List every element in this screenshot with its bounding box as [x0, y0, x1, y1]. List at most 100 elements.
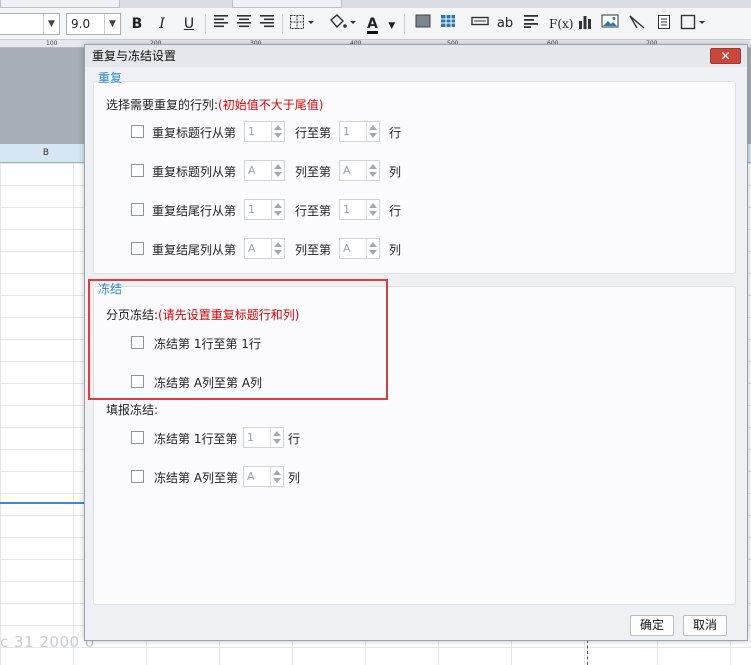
repeat-title-col-from-stepper[interactable]: A [244, 160, 285, 181]
formula-button[interactable]: F(x) [549, 14, 573, 34]
repeat-freeze-dialog: 重复与冻结设置 ✕ 重复 选择需要重复的行列:(初始值不大于尾值) 重复标题行从… [84, 44, 748, 641]
repeat-section-title: 重复 [98, 71, 123, 85]
stepper-value: 1 [343, 203, 350, 216]
page-icon[interactable] [655, 14, 673, 34]
format-toolbar: ▼ 9.0 ▼ B I U A ▼ ab F(x) [0, 8, 751, 40]
toolbar-separator [205, 14, 206, 34]
repeat-end-col-unit: 列 [389, 243, 402, 257]
stepper-value: A [247, 470, 255, 483]
align-center-icon[interactable] [235, 14, 253, 34]
repeat-title-col-checkbox[interactable] [131, 164, 144, 177]
repeat-title-row-mid: 行至第 [295, 126, 332, 140]
text-ab-button[interactable]: ab [496, 14, 514, 34]
text-field-icon[interactable] [471, 14, 489, 34]
font-color-letter: A [367, 16, 378, 34]
repeat-end-row-mid: 行至第 [295, 204, 332, 218]
repeat-title-row-from-stepper[interactable]: 1 [244, 121, 285, 142]
repeat-end-row-unit: 行 [389, 204, 402, 218]
repeat-end-row-from-stepper[interactable]: 1 [244, 199, 285, 220]
border-dropdown-icon[interactable] [680, 14, 706, 34]
table-grid-icon[interactable] [439, 14, 457, 34]
cell-date-text: c 31 2000 0 [0, 633, 95, 651]
document-tab-active[interactable] [232, 0, 342, 8]
page-break-line [587, 640, 588, 665]
repeat-instruction-text: 选择需要重复的行列: [106, 98, 219, 112]
selection-border [0, 502, 86, 504]
fill-freeze-row-text: 冻结第 1行至第 [154, 432, 238, 446]
font-color-icon[interactable]: A ▼ [367, 14, 395, 34]
underline-button[interactable]: U [180, 14, 198, 34]
fill-freeze-row-unit: 行 [288, 432, 301, 446]
repeat-end-col-label: 重复结尾列从第 [152, 243, 237, 257]
slash-diagonal-icon[interactable] [628, 14, 646, 34]
ruler-tick: 100 [46, 40, 58, 47]
text-lines-icon[interactable] [522, 14, 540, 34]
fill-freeze-col-stepper[interactable]: A [243, 466, 284, 487]
stepper-arrows-icon[interactable] [271, 200, 284, 219]
fill-freeze-col-checkbox[interactable] [131, 470, 144, 483]
repeat-end-col-from-stepper[interactable]: A [244, 238, 285, 259]
stepper-arrows-icon[interactable] [271, 161, 284, 180]
dialog-title: 重复与冻结设置 [92, 49, 177, 63]
font-size-combo[interactable]: 9.0 ▼ [66, 13, 121, 35]
toolbar-separator [404, 14, 405, 34]
stepper-value: 1 [248, 125, 255, 138]
stepper-value: A [248, 242, 256, 255]
fill-freeze-row-stepper[interactable]: 1 [243, 427, 284, 448]
repeat-title-col-mid: 列至第 [295, 165, 332, 179]
repeat-title-row-label: 重复标题行从第 [152, 126, 237, 140]
chevron-down-icon[interactable]: ▼ [43, 14, 59, 34]
highlight-box [88, 279, 388, 400]
dialog-titlebar[interactable]: 重复与冻结设置 [85, 45, 747, 67]
repeat-hint: (初始值不大于尾值) [218, 98, 324, 112]
stepper-value: 1 [247, 431, 254, 444]
repeat-title-row-checkbox[interactable] [131, 125, 144, 138]
ok-button[interactable]: 确定 [630, 615, 674, 636]
align-right-icon[interactable] [258, 14, 276, 34]
align-left-icon[interactable] [212, 14, 230, 34]
toolbar-separator [282, 14, 283, 34]
fill-freeze-col-unit: 列 [288, 471, 301, 485]
border-icon[interactable] [289, 14, 315, 34]
stepper-arrows-icon[interactable] [271, 239, 284, 258]
repeat-title-row-to-stepper[interactable]: 1 [339, 121, 380, 142]
repeat-end-row-to-stepper[interactable]: 1 [339, 199, 380, 220]
stepper-arrows-icon[interactable] [366, 200, 379, 219]
document-tab[interactable] [0, 0, 120, 8]
column-header-b[interactable]: B [38, 144, 54, 163]
stepper-arrows-icon[interactable] [270, 428, 283, 447]
italic-button[interactable]: I [153, 14, 171, 34]
close-icon: ✕ [720, 49, 731, 63]
fill-color-icon[interactable] [327, 14, 357, 34]
stepper-arrows-icon[interactable] [271, 122, 284, 141]
stepper-value: A [248, 164, 256, 177]
stepper-arrows-icon[interactable] [366, 122, 379, 141]
bold-button[interactable]: B [128, 14, 146, 34]
repeat-end-col-to-stepper[interactable]: A [339, 238, 380, 259]
repeat-end-col-mid: 列至第 [295, 243, 332, 257]
fill-freeze-col-text: 冻结第 A列至第 [154, 471, 239, 485]
cancel-button[interactable]: 取消 [683, 615, 727, 636]
repeat-title-col-to-stepper[interactable]: A [339, 160, 380, 181]
document-tabs [0, 0, 751, 8]
image-icon[interactable] [601, 14, 619, 34]
repeat-end-col-checkbox[interactable] [131, 242, 144, 255]
font-family-combo[interactable]: ▼ [0, 13, 60, 35]
chevron-down-icon[interactable]: ▼ [104, 14, 120, 34]
stepper-value: 1 [248, 203, 255, 216]
stepper-arrows-icon[interactable] [366, 161, 379, 180]
font-size-value: 9.0 [71, 17, 91, 31]
repeat-title-col-unit: 列 [389, 165, 402, 179]
fill-freeze-label: 填报冻结: [106, 403, 159, 417]
repeat-end-row-label: 重复结尾行从第 [152, 204, 237, 218]
stepper-arrows-icon[interactable] [270, 467, 283, 486]
repeat-title-row-unit: 行 [389, 126, 402, 140]
repeat-end-row-checkbox[interactable] [131, 203, 144, 216]
stepper-value: A [343, 242, 351, 255]
fill-freeze-row-checkbox[interactable] [131, 431, 144, 444]
bar-chart-icon[interactable] [576, 14, 594, 34]
cell-style-icon[interactable] [414, 14, 432, 34]
repeat-title-col-label: 重复标题列从第 [152, 165, 237, 179]
stepper-arrows-icon[interactable] [366, 239, 379, 258]
close-button[interactable]: ✕ [710, 48, 741, 64]
